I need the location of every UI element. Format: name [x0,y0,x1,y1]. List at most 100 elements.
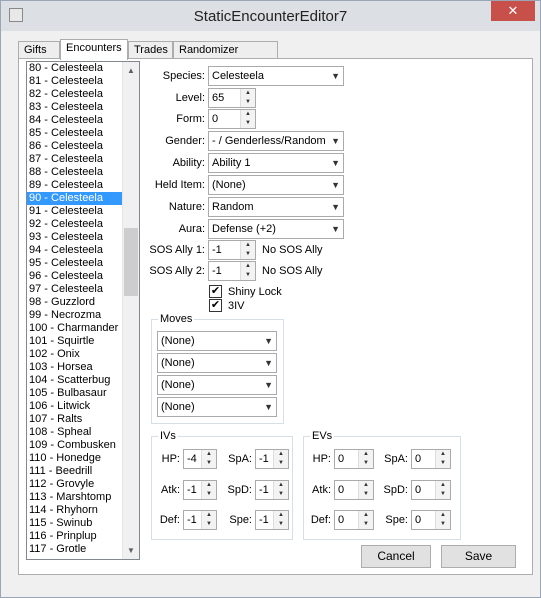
ev-hp-stepper[interactable]: 0 ▲ ▼ [334,449,374,469]
iv-spe-stepper[interactable]: -1 ▲ ▼ [255,510,289,530]
species-select[interactable]: Celesteela ▼ [208,66,344,86]
spin-up-icon[interactable]: ▲ [274,511,288,520]
iv-def-stepper[interactable]: -1 ▲ ▼ [183,510,217,530]
spin-up-icon[interactable]: ▲ [274,481,288,490]
spin-up-icon[interactable]: ▲ [202,511,216,520]
editor-window: StaticEncounterEditor7 ✕ Gifts Encounter… [0,0,541,598]
spin-down-icon[interactable]: ▼ [359,490,373,499]
ev-atk-label: Atk: [312,484,331,496]
spin-down-icon[interactable]: ▼ [436,490,450,499]
iv-def-label: Def: [159,514,180,526]
iv-spe-spin[interactable]: ▲ ▼ [273,511,288,529]
ev-spd-stepper[interactable]: 0 ▲ ▼ [411,480,451,500]
spin-up-icon[interactable]: ▲ [241,262,255,271]
spin-up-icon[interactable]: ▲ [241,110,255,119]
shiny-lock-checkbox[interactable]: ✔ [209,285,222,298]
spin-down-icon[interactable]: ▼ [241,119,255,128]
iv-def-spin[interactable]: ▲ ▼ [201,511,216,529]
iv-atk-stepper[interactable]: -1 ▲ ▼ [183,480,217,500]
move-3-select[interactable]: (None) ▼ [157,375,277,395]
sos-ally-2-stepper[interactable]: -1 ▲ ▼ [208,261,256,281]
ev-spe-stepper[interactable]: 0 ▲ ▼ [411,510,451,530]
window-title: StaticEncounterEditor7 [193,8,348,25]
ev-spa-value: 0 [415,453,422,465]
list-scrollbar[interactable]: ▲ ▼ [122,62,139,559]
spin-up-icon[interactable]: ▲ [436,481,450,490]
ev-hp-spin[interactable]: ▲ ▼ [358,450,373,468]
move-2-select[interactable]: (None) ▼ [157,353,277,373]
ev-def-stepper[interactable]: 0 ▲ ▼ [334,510,374,530]
spin-up-icon[interactable]: ▲ [359,450,373,459]
nature-value: Random [212,201,254,213]
tab-gifts[interactable]: Gifts [18,41,60,59]
aura-select[interactable]: Defense (+2) ▼ [208,219,344,239]
save-button[interactable]: Save [441,545,516,568]
spin-up-icon[interactable]: ▲ [436,511,450,520]
spin-up-icon[interactable]: ▲ [241,241,255,250]
spin-up-icon[interactable]: ▲ [359,481,373,490]
level-spin[interactable]: ▲ ▼ [240,89,255,107]
iv-hp-stepper[interactable]: -4 ▲ ▼ [183,449,217,469]
held-item-select[interactable]: (None) ▼ [208,175,344,195]
level-stepper[interactable]: 65 ▲ ▼ [208,88,256,108]
scroll-up-icon[interactable]: ▲ [123,62,139,79]
iv-spd-stepper[interactable]: -1 ▲ ▼ [255,480,289,500]
3iv-checkbox[interactable]: ✔ [209,299,222,312]
spin-down-icon[interactable]: ▼ [436,520,450,529]
spin-down-icon[interactable]: ▼ [241,250,255,259]
close-button[interactable]: ✕ [491,1,535,21]
form-spin[interactable]: ▲ ▼ [240,110,255,128]
spin-down-icon[interactable]: ▼ [359,459,373,468]
iv-spd-spin[interactable]: ▲ ▼ [273,481,288,499]
ev-hp-label: HP: [312,453,331,465]
scroll-down-icon[interactable]: ▼ [123,542,139,559]
chevron-down-icon: ▼ [331,202,340,212]
spin-up-icon[interactable]: ▲ [359,511,373,520]
nature-select[interactable]: Random ▼ [208,197,344,217]
spin-down-icon[interactable]: ▼ [436,459,450,468]
encounter-list[interactable]: 80 - Celesteela 81 - Celesteela 82 - Celes… [26,61,140,560]
tab-encounters[interactable]: Encounters [60,39,128,60]
sos-ally-1-stepper[interactable]: -1 ▲ ▼ [208,240,256,260]
ev-atk-spin[interactable]: ▲ ▼ [358,481,373,499]
gender-select[interactable]: - / Genderless/Random ▼ [208,131,344,151]
sos-ally-2-spin[interactable]: ▲ ▼ [240,262,255,280]
iv-hp-spin[interactable]: ▲ ▼ [201,450,216,468]
move-1-select[interactable]: (None) ▼ [157,331,277,351]
tab-trades[interactable]: Trades [128,41,173,59]
iv-spa-stepper[interactable]: -1 ▲ ▼ [255,449,289,469]
iv-def-value: -1 [187,514,197,526]
spin-down-icon[interactable]: ▼ [202,459,216,468]
spin-up-icon[interactable]: ▲ [241,89,255,98]
level-value: 65 [212,92,225,104]
form-stepper[interactable]: 0 ▲ ▼ [208,109,256,129]
spin-down-icon[interactable]: ▼ [274,459,288,468]
iv-spa-spin[interactable]: ▲ ▼ [273,450,288,468]
spin-down-icon[interactable]: ▼ [274,520,288,529]
tab-randomizer-options[interactable]: Randomizer Options [173,41,278,73]
ability-value: Ability 1 [212,157,251,169]
iv-atk-spin[interactable]: ▲ ▼ [201,481,216,499]
ev-atk-stepper[interactable]: 0 ▲ ▼ [334,480,374,500]
spin-down-icon[interactable]: ▼ [202,490,216,499]
spin-up-icon[interactable]: ▲ [436,450,450,459]
ev-def-spin[interactable]: ▲ ▼ [358,511,373,529]
chevron-down-icon: ▼ [331,180,340,190]
sos-ally-1-spin[interactable]: ▲ ▼ [240,241,255,259]
spin-down-icon[interactable]: ▼ [241,98,255,107]
ev-spa-stepper[interactable]: 0 ▲ ▼ [411,449,451,469]
spin-up-icon[interactable]: ▲ [202,481,216,490]
move-4-select[interactable]: (None) ▼ [157,397,277,417]
ability-select[interactable]: Ability 1 ▼ [208,153,344,173]
spin-up-icon[interactable]: ▲ [274,450,288,459]
spin-down-icon[interactable]: ▼ [359,520,373,529]
ev-spd-spin[interactable]: ▲ ▼ [435,481,450,499]
spin-down-icon[interactable]: ▼ [241,271,255,280]
spin-down-icon[interactable]: ▼ [202,520,216,529]
spin-down-icon[interactable]: ▼ [274,490,288,499]
ev-spa-spin[interactable]: ▲ ▼ [435,450,450,468]
cancel-button[interactable]: Cancel [361,545,431,568]
spin-up-icon[interactable]: ▲ [202,450,216,459]
ev-spe-spin[interactable]: ▲ ▼ [435,511,450,529]
scroll-thumb[interactable] [124,228,138,296]
